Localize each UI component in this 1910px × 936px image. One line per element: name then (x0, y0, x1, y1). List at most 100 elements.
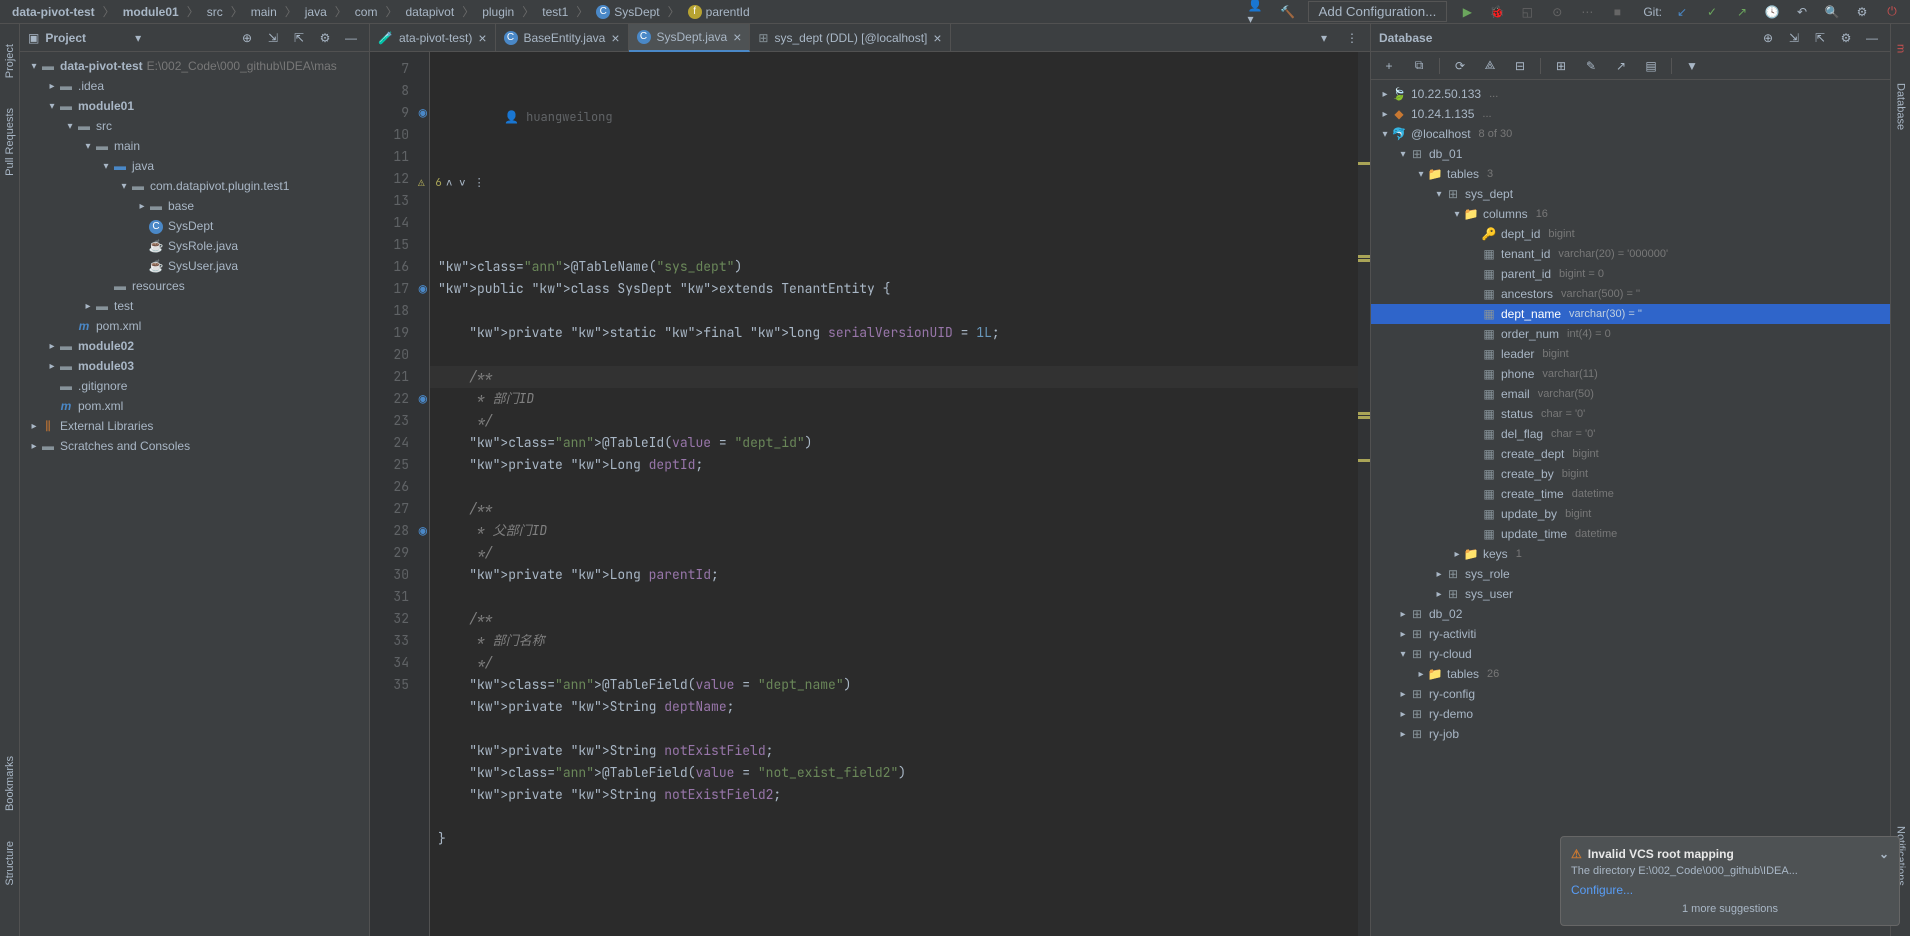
code-line[interactable]: */ (438, 410, 1350, 432)
line-number[interactable]: 19 (370, 322, 409, 344)
jump-icon[interactable]: ↗ (1611, 56, 1631, 76)
exit-icon[interactable]: ⏻ (1882, 2, 1902, 22)
db-tree-item[interactable]: ▦dept_namevarchar(30) = '' (1371, 304, 1890, 324)
line-number[interactable]: 12 (370, 168, 409, 190)
tree-arrow-icon[interactable]: ▾ (46, 101, 58, 112)
code-line[interactable]: /** (438, 366, 1350, 388)
tx-icon[interactable]: ⊟ (1510, 56, 1530, 76)
db-tree-item[interactable]: ▸⊞sys_user (1371, 584, 1890, 604)
override-marker-icon[interactable]: ◉ (419, 102, 427, 124)
chevron-down-icon[interactable]: ⌄ (1879, 847, 1889, 861)
tree-arrow-icon[interactable]: ▾ (100, 161, 112, 172)
tree-arrow-icon[interactable]: ▸ (46, 341, 58, 352)
line-number[interactable]: 29 (370, 542, 409, 564)
code-line[interactable]: * 父部门ID (438, 520, 1350, 542)
tree-arrow-icon[interactable]: ▸ (1397, 729, 1409, 740)
db-tree-item[interactable]: ▦statuschar = '0' (1371, 404, 1890, 424)
build-icon[interactable]: 🔨 (1278, 2, 1298, 22)
db-tree-item[interactable]: ▸⊞ry-job (1371, 724, 1890, 744)
code-line[interactable]: /** (438, 498, 1350, 520)
breadcrumb-item[interactable]: CSysDept (592, 3, 663, 21)
db-tree-item[interactable]: ▦parent_idbigint = 0 (1371, 264, 1890, 284)
tree-item[interactable]: ▸▬test (20, 296, 369, 316)
line-number[interactable]: 11 (370, 146, 409, 168)
breadcrumb-item[interactable]: module01 (119, 3, 183, 21)
code-line[interactable]: /** (438, 608, 1350, 630)
line-number[interactable]: 35 (370, 674, 409, 696)
tree-item[interactable]: ▬resources (20, 276, 369, 296)
tree-item[interactable]: mpom.xml (20, 396, 369, 416)
db-tree-item[interactable]: ▸⊞ry-config (1371, 684, 1890, 704)
tree-item[interactable]: ▾▬data-pivot-testE:\002_Code\000_github\… (20, 56, 369, 76)
project-tool-button[interactable]: Project (4, 44, 16, 78)
bookmarks-tool-button[interactable]: Bookmarks (4, 756, 16, 811)
close-icon[interactable]: × (478, 30, 486, 46)
code-line[interactable] (438, 586, 1350, 608)
breadcrumb-item[interactable]: test1 (538, 3, 572, 21)
code-line[interactable]: */ (438, 652, 1350, 674)
user-icon[interactable]: 👤▾ (1248, 2, 1268, 22)
structure-tool-button[interactable]: Structure (4, 841, 16, 886)
breadcrumb-item[interactable]: main (247, 3, 281, 21)
db-tree-item[interactable]: ▦emailvarchar(50) (1371, 384, 1890, 404)
line-number[interactable]: 22◉ (370, 388, 409, 410)
tree-arrow-icon[interactable]: ▸ (1433, 589, 1445, 600)
code-line[interactable]: "kw">class="ann">@TableId(value = "dept_… (438, 432, 1350, 454)
db-tree-item[interactable]: ▦phonevarchar(11) (1371, 364, 1890, 384)
line-number[interactable]: 20 (370, 344, 409, 366)
tree-arrow-icon[interactable]: ▾ (1397, 149, 1409, 160)
db-tree-item[interactable]: ▸🍃10.22.50.133... (1371, 84, 1890, 104)
attach-icon[interactable]: ⋯ (1577, 2, 1597, 22)
tree-arrow-icon[interactable]: ▾ (82, 141, 94, 152)
filter-icon[interactable]: ▼ (1682, 56, 1702, 76)
line-number[interactable]: 30 (370, 564, 409, 586)
run-icon[interactable]: ▶ (1457, 2, 1477, 22)
expand-icon[interactable]: ⇲ (1784, 28, 1804, 48)
add-icon[interactable]: + (1379, 56, 1399, 76)
db-tree-item[interactable]: ▸⊞sys_role (1371, 564, 1890, 584)
code-line[interactable]: */ (438, 542, 1350, 564)
code-line[interactable] (438, 718, 1350, 740)
code-line[interactable]: "kw">private "kw">String notExistField; (438, 740, 1350, 762)
tree-arrow-icon[interactable]: ▸ (1397, 629, 1409, 640)
database-tree[interactable]: ▸🍃10.22.50.133...▸◆10.24.1.135...▾🐬@loca… (1371, 80, 1890, 936)
edit-icon[interactable]: ✎ (1581, 56, 1601, 76)
line-number[interactable]: 9◉ (370, 102, 409, 124)
db-tree-item[interactable]: 🔑dept_idbigint (1371, 224, 1890, 244)
editor-tab[interactable]: CSysDept.java× (629, 24, 751, 52)
close-icon[interactable]: × (611, 30, 619, 46)
tree-arrow-icon[interactable]: ▾ (1379, 129, 1391, 140)
line-number[interactable]: 31 (370, 586, 409, 608)
db-tree-item[interactable]: ▦update_timedatetime (1371, 524, 1890, 544)
db-tree-item[interactable]: ▦del_flagchar = '0' (1371, 424, 1890, 444)
code-line[interactable]: * 部门ID (438, 388, 1350, 410)
tree-arrow-icon[interactable]: ▾ (64, 121, 76, 132)
stop-icon[interactable]: ⟁ (1480, 56, 1500, 76)
tree-arrow-icon[interactable]: ▸ (46, 361, 58, 372)
tree-item[interactable]: ▾▬src (20, 116, 369, 136)
tree-item[interactable]: ▸⫼External Libraries (20, 416, 369, 436)
db-tree-item[interactable]: ▦create_bybigint (1371, 464, 1890, 484)
db-tree-item[interactable]: ▸⊞ry-demo (1371, 704, 1890, 724)
select-file-icon[interactable]: ⊕ (237, 28, 257, 48)
editor-tab[interactable]: CBaseEntity.java× (496, 24, 629, 52)
git-rollback-icon[interactable]: ↶ (1792, 2, 1812, 22)
code-line[interactable]: "kw">class="ann">@TableName("sys_dept") (438, 256, 1350, 278)
line-number[interactable]: 17◉ (370, 278, 409, 300)
db-tree-item[interactable]: ▾🐬@localhost8 of 30 (1371, 124, 1890, 144)
override-marker-icon[interactable]: ◉ (419, 388, 427, 410)
code-line[interactable]: "kw">private "kw">static "kw">final "kw"… (438, 322, 1350, 344)
tree-arrow-icon[interactable]: ▾ (1433, 189, 1445, 200)
line-number[interactable]: 18 (370, 300, 409, 322)
line-number[interactable]: 32 (370, 608, 409, 630)
db-tree-item[interactable]: ▦leaderbigint (1371, 344, 1890, 364)
maven-tool-button[interactable]: m (1895, 44, 1907, 53)
hide-icon[interactable]: — (341, 28, 361, 48)
tree-item[interactable]: ▸▬module02 (20, 336, 369, 356)
db-tree-item[interactable]: ▦tenant_idvarchar(20) = '000000' (1371, 244, 1890, 264)
code-line[interactable] (438, 806, 1350, 828)
hide-icon[interactable]: — (1862, 28, 1882, 48)
db-tree-item[interactable]: ▾⊞db_01 (1371, 144, 1890, 164)
editor-tab[interactable]: ⊞sys_dept (DDL) [@localhost]× (750, 24, 950, 52)
line-number[interactable]: 24 (370, 432, 409, 454)
